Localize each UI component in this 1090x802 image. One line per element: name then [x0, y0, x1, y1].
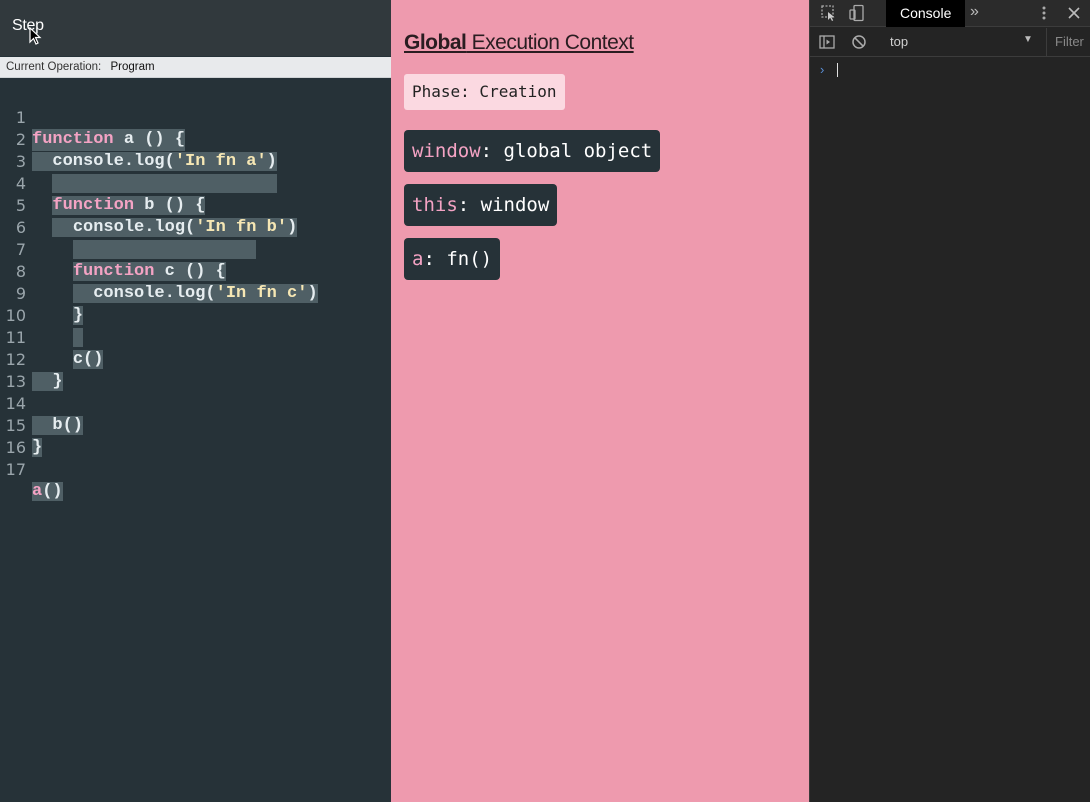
execution-context-pane: Global Execution Context Phase: Creation… [391, 0, 809, 802]
code-line: 15 } [0, 393, 391, 457]
line-number: 17 [5, 460, 26, 479]
code-editor[interactable]: 1 function a () { 2 console.log('In fn a… [0, 85, 391, 501]
variable-value: : fn() [423, 248, 493, 270]
code-line: 10 [0, 283, 391, 347]
current-operation-bar: Current Operation: Program [0, 57, 391, 78]
current-operation-label: Current Operation: [6, 61, 102, 73]
code-line: 3 [0, 129, 391, 193]
editor-pane: Step Current Operation: Program 1 functi… [0, 0, 391, 802]
code-line: 1 function a () { [0, 85, 391, 151]
variable-name: this [412, 194, 458, 216]
variable-this: this: window [404, 184, 558, 226]
code-line: 2 console.log('In fn a') [0, 107, 391, 171]
code-line: 12 } [0, 327, 391, 391]
step-toolbar: Step [0, 0, 391, 56]
filter-input[interactable]: Filter [1046, 28, 1090, 56]
variable-value: : global object [480, 140, 653, 162]
chevron-down-icon[interactable]: ▼ [1023, 34, 1033, 45]
variable-name: window [412, 140, 481, 162]
variable-value: : window [457, 194, 550, 216]
mouse-cursor-icon [29, 27, 42, 45]
code-line: 11 c() [0, 305, 391, 369]
variable-window: window: global object [404, 130, 661, 172]
context-selector[interactable]: top [890, 34, 908, 49]
context-title-rest: Execution Context [466, 31, 634, 54]
console-input-caret[interactable] [837, 63, 838, 77]
devtools-toolbar: Console » [810, 0, 1090, 27]
devtools-panel: Console » top ▼ Filter › [809, 0, 1090, 802]
device-toolbar-icon[interactable] [848, 4, 866, 22]
variable-name: a [412, 248, 424, 270]
code-line: 17 a() [0, 437, 391, 501]
execution-context-title: Global Execution Context [404, 31, 634, 55]
code-line: 6 [0, 195, 391, 259]
console-toolbar: top ▼ Filter [810, 28, 1090, 57]
current-operation-value: Program [110, 61, 155, 73]
code-line: 4 function b () { [0, 151, 391, 215]
code-line: 13 [0, 349, 391, 391]
inspect-element-icon[interactable] [820, 4, 838, 22]
sidebar-toggle-icon[interactable] [818, 33, 836, 51]
code-line: 7 function c () { [0, 217, 391, 281]
code-line: 14 b() [0, 371, 391, 435]
close-icon[interactable] [1065, 4, 1083, 22]
console-prompt-icon: › [820, 62, 825, 77]
context-title-bold: Global [404, 31, 467, 54]
tab-console[interactable]: Console [886, 0, 966, 27]
code-line: 16 [0, 415, 391, 457]
more-tabs-icon[interactable]: » [970, 3, 979, 21]
variable-a: a: fn() [404, 238, 501, 280]
kebab-menu-icon[interactable] [1035, 4, 1053, 22]
code-line: 8 console.log('In fn c') [0, 239, 391, 303]
code-line: 5 console.log('In fn b') [0, 173, 391, 237]
clear-console-icon[interactable] [850, 33, 868, 51]
phase-badge: Phase: Creation [404, 74, 565, 110]
code-line: 9 } [0, 261, 391, 325]
